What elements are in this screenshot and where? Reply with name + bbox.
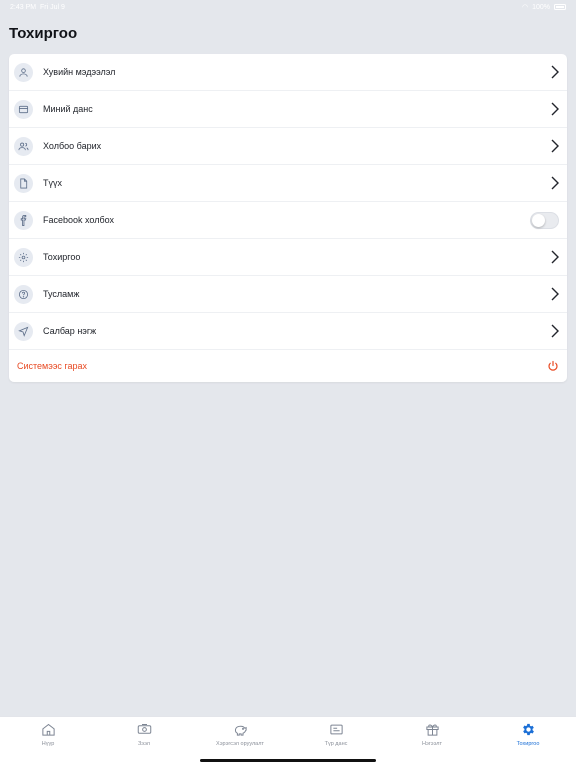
chevron-right-icon	[551, 65, 559, 79]
menu-item-settings[interactable]: Тохиргоо	[9, 239, 567, 276]
tab-label: Түр данс	[324, 741, 348, 747]
status-date: Fri Jul 9	[39, 3, 65, 11]
file-icon	[14, 173, 33, 193]
menu-item-contact[interactable]: Холбоо барих	[9, 128, 567, 165]
toggle-knob	[532, 213, 545, 227]
menu-item-label: Тохиргоо	[43, 252, 81, 262]
card-icon	[14, 99, 33, 119]
navigation-icon	[14, 321, 33, 341]
loan-icon	[137, 724, 151, 734]
menu-item-help[interactable]: Тусламж	[9, 276, 567, 313]
account-icon	[329, 724, 343, 735]
menu-item-label: Холбоо барих	[43, 141, 102, 151]
tab-label: Нүүр	[41, 741, 55, 747]
tab-settings[interactable]: Тохиргоо	[480, 717, 576, 768]
status-time-text: 2:43 PM	[10, 3, 37, 11]
tab-rewards[interactable]: Нэгээлт	[384, 717, 480, 768]
menu-item-history[interactable]: Түүх	[9, 165, 567, 202]
status-time: 2:43 PM Fri Jul 9	[10, 4, 65, 11]
chevron-right-icon	[551, 176, 559, 190]
wifi-icon: ◠	[521, 4, 529, 11]
tab-label: Нэгээлт	[421, 741, 442, 747]
gear-icon	[14, 247, 33, 267]
status-bar: 2:43 PM Fri Jul 9 ◠ 100%	[0, 0, 576, 14]
menu-item-label: Салбар нэгж	[43, 326, 97, 336]
chevron-right-icon	[551, 139, 559, 153]
home-icon	[41, 723, 55, 736]
logout-button[interactable]: Системээс гарах	[9, 350, 567, 381]
tab-label: Тохиргоо	[516, 741, 540, 747]
chevron-right-icon	[551, 287, 559, 301]
user-icon	[14, 62, 33, 82]
battery-icon	[554, 4, 566, 10]
gift-icon	[425, 724, 439, 736]
menu-item-label: Түүх	[43, 178, 62, 188]
home-indicator[interactable]	[200, 759, 376, 762]
facebook-toggle[interactable]	[530, 211, 559, 229]
battery-percent: 100%	[532, 3, 550, 11]
menu-item-facebook-connect: Facebook холбох	[9, 202, 567, 239]
tab-label: Хэрэгсэл оруулалт	[216, 741, 264, 747]
power-icon	[548, 360, 558, 371]
status-right: ◠ 100%	[522, 3, 566, 11]
settings-card: Хувийн мэдээлэл Миний данс Холбоо барих …	[9, 54, 567, 382]
menu-item-branches[interactable]: Салбар нэгж	[9, 313, 567, 350]
menu-item-label: Facebook холбох	[43, 215, 115, 225]
tab-home[interactable]: Нүүр	[0, 717, 96, 768]
menu-item-my-account[interactable]: Миний данс	[9, 91, 567, 128]
chevron-right-icon	[551, 324, 559, 338]
tab-loan[interactable]: Зээл	[96, 717, 192, 768]
users-icon	[14, 136, 33, 156]
help-icon	[14, 284, 33, 304]
menu-item-label: Хувийн мэдээлэл	[43, 67, 116, 77]
logout-label: Системээс гарах	[17, 360, 88, 371]
tab-label: Зээл	[137, 741, 151, 747]
gear-icon	[522, 723, 534, 736]
menu-item-personal-info[interactable]: Хувийн мэдээлэл	[9, 54, 567, 91]
page-title: Тохиргоо	[9, 25, 78, 42]
chevron-right-icon	[551, 102, 559, 116]
facebook-icon	[14, 210, 33, 230]
chevron-right-icon	[551, 250, 559, 264]
piggy-bank-icon	[234, 725, 247, 736]
menu-item-label: Миний данс	[43, 104, 93, 114]
menu-item-label: Тусламж	[43, 289, 80, 299]
